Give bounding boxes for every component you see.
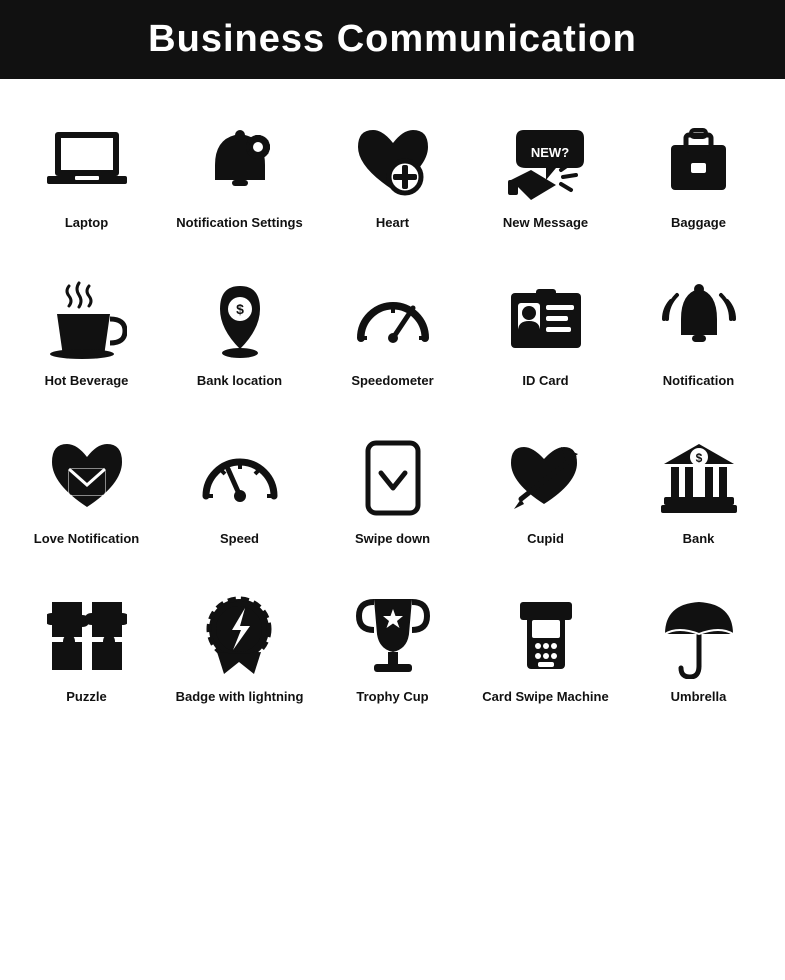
notification-label: Notification: [663, 373, 735, 405]
love-notification-label: Love Notification: [34, 531, 139, 563]
laptop-label: Laptop: [65, 215, 108, 247]
bank-location-label: Bank location: [197, 373, 282, 405]
umbrella-label: Umbrella: [671, 689, 727, 721]
notification-settings-icon: [195, 117, 285, 207]
umbrella-icon: [654, 591, 744, 681]
new-message-item: NEW? New Message: [469, 99, 622, 257]
heart-label: Heart: [376, 215, 409, 247]
id-card-icon: [501, 275, 591, 365]
trophy-cup-icon: [348, 591, 438, 681]
bank-location-icon: $: [195, 275, 285, 365]
notification-icon: [654, 275, 744, 365]
love-notification-icon: [42, 433, 132, 523]
baggage-item: Baggage: [622, 99, 775, 257]
cupid-label: Cupid: [527, 531, 564, 563]
trophy-cup-item: Trophy Cup: [316, 573, 469, 731]
new-message-icon: NEW?: [501, 117, 591, 207]
trophy-cup-label: Trophy Cup: [356, 689, 428, 721]
badge-with-lightning-icon: [195, 591, 285, 681]
laptop-item: Laptop: [10, 99, 163, 257]
hot-beverage-icon: [42, 275, 132, 365]
love-notification-item: Love Notification: [10, 415, 163, 573]
speedometer-icon: [348, 275, 438, 365]
cupid-icon: [501, 433, 591, 523]
id-card-item: ID Card: [469, 257, 622, 415]
bank-icon: $: [654, 433, 744, 523]
speed-label: Speed: [220, 531, 259, 563]
heart-item: Heart: [316, 99, 469, 257]
notification-item: Notification: [622, 257, 775, 415]
puzzle-item: Puzzle: [10, 573, 163, 731]
speedometer-item: Speedometer: [316, 257, 469, 415]
card-swipe-machine-label: Card Swipe Machine: [482, 689, 608, 721]
bank-label: Bank: [683, 531, 715, 563]
hot-beverage-label: Hot Beverage: [45, 373, 129, 405]
page-header: Business Communication: [0, 0, 785, 79]
puzzle-icon: [42, 591, 132, 681]
badge-with-lightning-item: Badge with lightning: [163, 573, 316, 731]
cupid-item: Cupid: [469, 415, 622, 573]
swipe-down-item: Swipe down: [316, 415, 469, 573]
notification-settings-item: Notification Settings: [163, 99, 316, 257]
laptop-icon: [42, 117, 132, 207]
new-message-label: New Message: [503, 215, 588, 247]
svg-text:$: $: [695, 451, 702, 465]
svg-text:$: $: [236, 301, 244, 317]
badge-with-lightning-label: Badge with lightning: [176, 689, 304, 721]
heart-icon: [348, 117, 438, 207]
baggage-label: Baggage: [671, 215, 726, 247]
swipe-down-icon: [348, 433, 438, 523]
hot-beverage-item: Hot Beverage: [10, 257, 163, 415]
notification-settings-label: Notification Settings: [176, 215, 302, 247]
card-swipe-machine-icon: [501, 591, 591, 681]
speed-item: Speed: [163, 415, 316, 573]
puzzle-label: Puzzle: [66, 689, 106, 721]
bank-item: $ Bank: [622, 415, 775, 573]
card-swipe-machine-item: Card Swipe Machine: [469, 573, 622, 731]
umbrella-item: Umbrella: [622, 573, 775, 731]
speed-icon: [195, 433, 285, 523]
baggage-icon: [654, 117, 744, 207]
swipe-down-label: Swipe down: [355, 531, 430, 563]
id-card-label: ID Card: [522, 373, 568, 405]
icon-grid: Laptop Notification Setting: [0, 89, 785, 751]
page-title: Business Communication: [0, 18, 785, 61]
speedometer-label: Speedometer: [351, 373, 433, 405]
bank-location-item: $ Bank location: [163, 257, 316, 415]
svg-text:NEW?: NEW?: [530, 145, 568, 160]
